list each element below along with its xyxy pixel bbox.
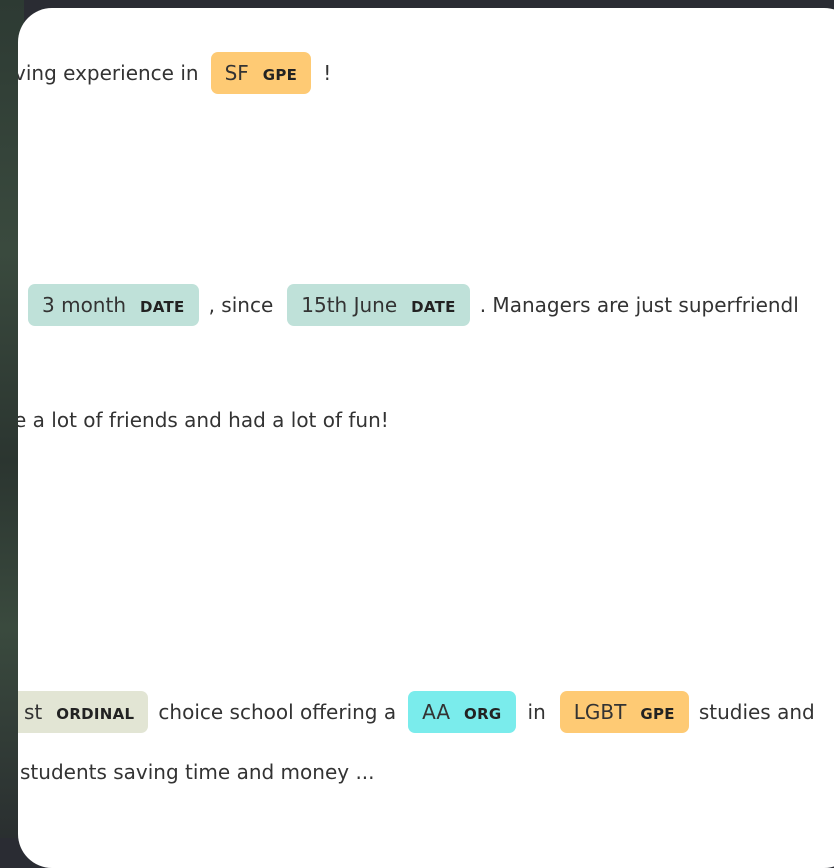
text-segment: e a lot of friends and had a lot of fun! <box>18 408 389 432</box>
entity-text: st <box>24 700 43 724</box>
entity-text: 15th June <box>301 293 398 317</box>
text-segment: ving experience in <box>18 61 199 85</box>
text-segment: students saving time and money ... <box>20 760 375 784</box>
entity-org[interactable]: AA ORG <box>408 691 516 733</box>
text-segment: choice school offering a <box>158 700 397 724</box>
entity-text: 3 month <box>42 293 126 317</box>
text-segment: . Managers are just superfriendl <box>479 293 799 317</box>
entity-label: DATE <box>140 298 185 316</box>
entity-ordinal[interactable]: st ORDINAL <box>18 691 149 733</box>
text-segment: ! <box>323 61 332 85</box>
text-line-2: 3 month DATE , since 15th June DATE . Ma… <box>20 284 799 326</box>
text-segment: in <box>527 700 546 724</box>
text-line-3: e a lot of friends and had a lot of fun! <box>18 408 389 432</box>
entity-date[interactable]: 3 month DATE <box>28 284 199 326</box>
text-segment: studies and <box>698 700 815 724</box>
entity-text: AA <box>422 700 451 724</box>
text-line-4: st ORDINAL choice school offering a AA O… <box>18 691 815 733</box>
text-line-5: students saving time and money ... <box>20 760 375 784</box>
entity-text: LGBT <box>573 700 627 724</box>
entity-gpe[interactable]: LGBT GPE <box>559 691 689 733</box>
entity-label: GPE <box>640 705 675 723</box>
entity-label: ORG <box>464 705 502 723</box>
text-line-1: ving experience in SF GPE ! <box>18 52 331 94</box>
entity-label: DATE <box>411 298 456 316</box>
text-segment: , since <box>208 293 274 317</box>
ner-visualization-card: ving experience in SF GPE ! 3 month DATE… <box>18 8 834 868</box>
entity-label: ORDINAL <box>56 705 135 723</box>
entity-gpe[interactable]: SF GPE <box>210 52 312 94</box>
entity-label: GPE <box>262 66 298 84</box>
entity-date[interactable]: 15th June DATE <box>287 284 470 326</box>
entity-text: SF <box>224 61 249 85</box>
